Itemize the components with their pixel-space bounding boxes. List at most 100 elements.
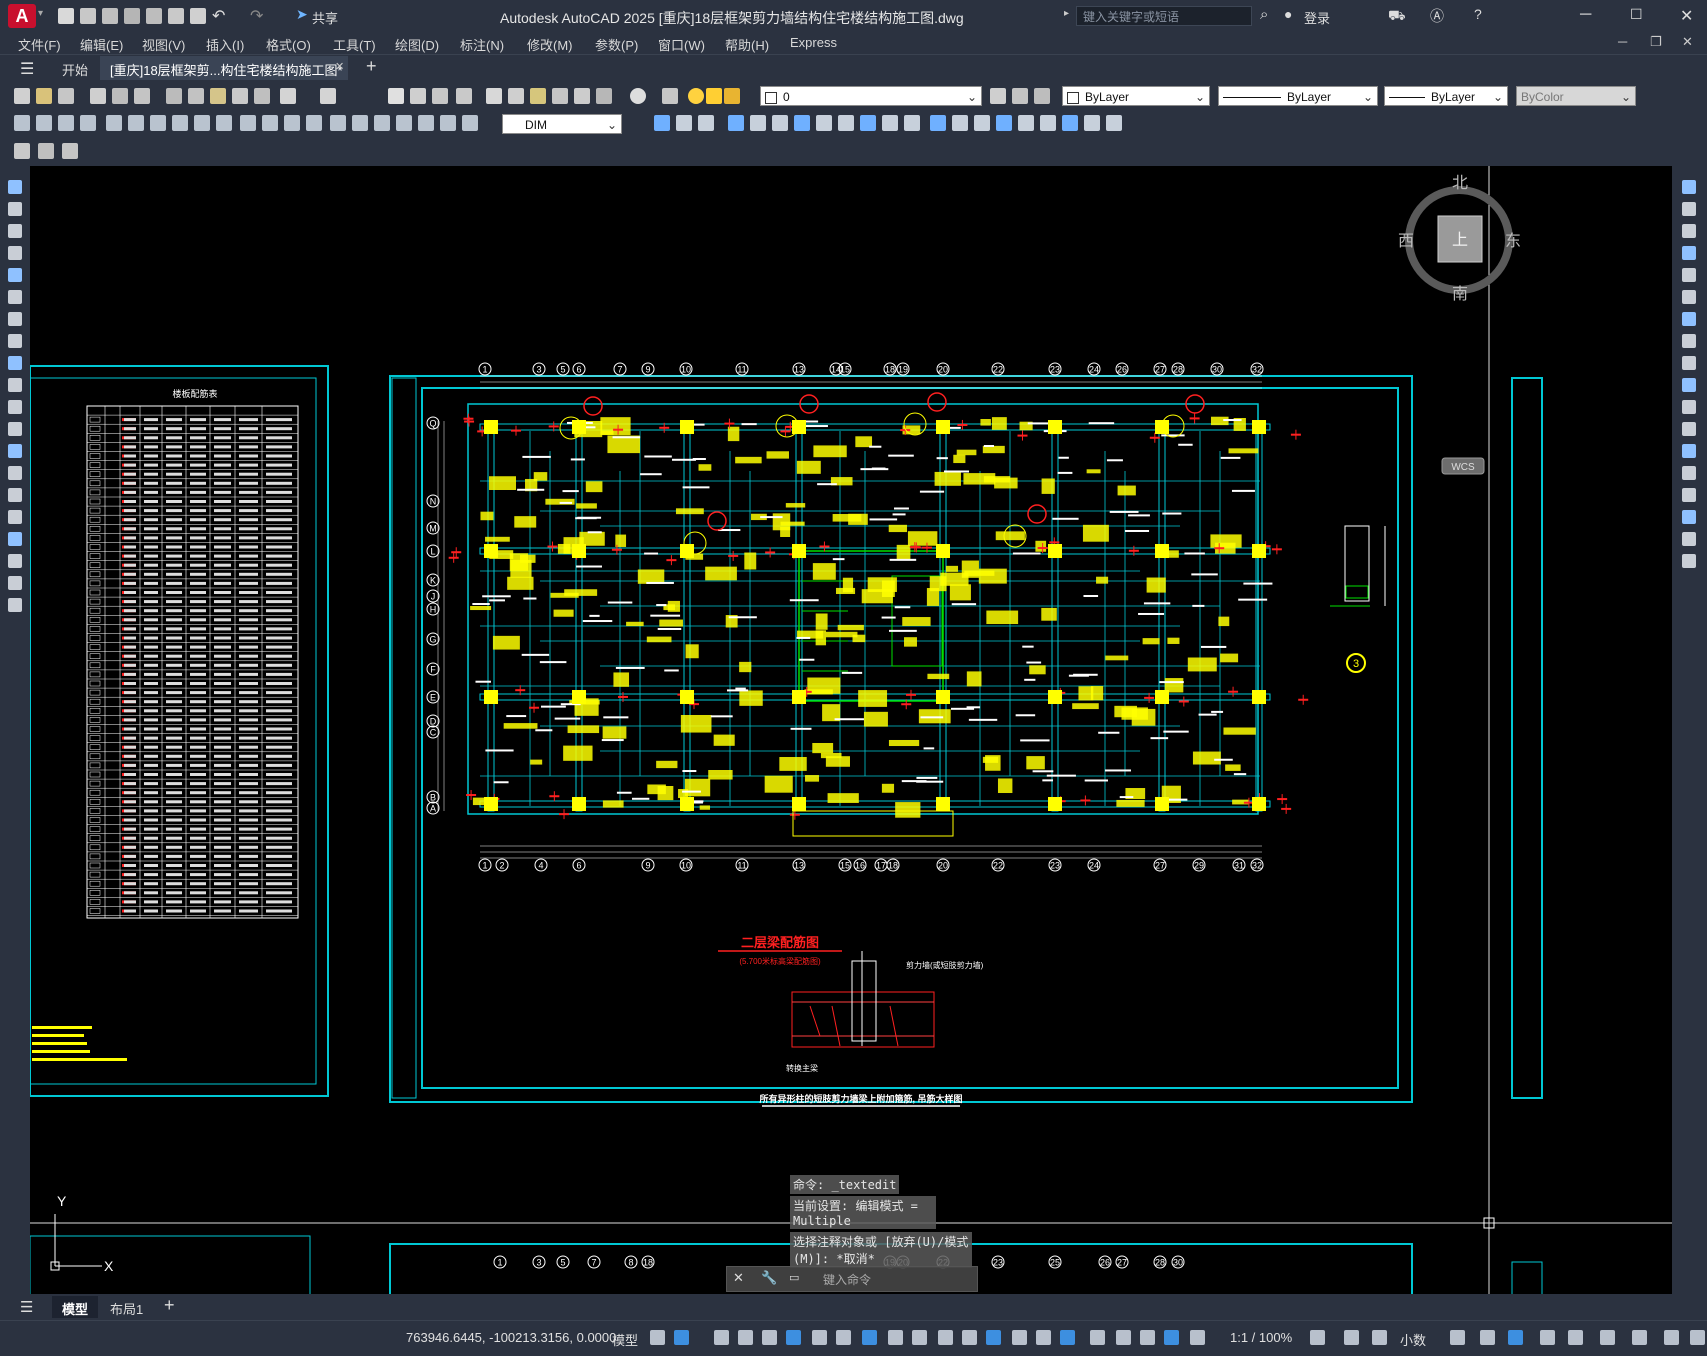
lineweight-dropdown[interactable]: ByLayer ⌄ [1384, 86, 1508, 106]
share-icon[interactable]: ➤ [296, 6, 308, 23]
layer-on-bulb-icon[interactable] [688, 88, 704, 104]
attribute-edit-icon[interactable] [38, 143, 54, 159]
search-input[interactable]: 键入关键字或短语 [1076, 6, 1252, 26]
layout-tab-layout1[interactable]: 布局1 [110, 1299, 143, 1318]
doc-restore-icon[interactable]: ❐ [1650, 34, 1662, 50]
linetype-dropdown[interactable]: ByLayer ⌄ [1218, 86, 1378, 106]
menu-draw[interactable]: 绘图(D) [395, 35, 439, 54]
draw-tool-19-icon[interactable] [8, 576, 22, 590]
dimension-tool-1-icon[interactable] [14, 115, 30, 131]
dimension-tool-15-icon[interactable] [330, 115, 346, 131]
status-toggle-16-icon[interactable] [1036, 1330, 1051, 1345]
add-layout-plus-icon[interactable]: + [164, 1295, 175, 1316]
layer-state-icon[interactable] [1034, 88, 1050, 104]
status-toggle-8-icon[interactable] [836, 1330, 851, 1345]
layer-lock-icon[interactable] [724, 88, 740, 104]
dimstyle-dropdown[interactable]: DIM ⌄ [502, 114, 622, 134]
print-preview-icon[interactable] [112, 88, 128, 104]
status-toggle-26-icon[interactable] [1450, 1330, 1465, 1345]
dimension-tool-7-icon[interactable] [150, 115, 166, 131]
copy-icon[interactable] [188, 88, 204, 104]
menu-file[interactable]: 文件(F) [18, 35, 61, 54]
status-toggle-33-icon[interactable] [1664, 1330, 1679, 1345]
doc-minimize-icon[interactable]: ─ [1618, 34, 1627, 49]
modify-tool-15-icon[interactable] [974, 115, 990, 131]
tab-close-icon[interactable]: ✕ [335, 60, 344, 73]
dimension-tool-14-icon[interactable] [306, 115, 322, 131]
modify-tool-20-icon[interactable] [1084, 115, 1100, 131]
modify-tool-6-icon[interactable] [772, 115, 788, 131]
autodesk-account-icon[interactable]: Ⓐ [1430, 6, 1444, 26]
tab-start[interactable]: 开始 [62, 60, 88, 79]
properties-icon[interactable] [486, 88, 502, 104]
dimension-tool-11-icon[interactable] [240, 115, 256, 131]
status-toggle-21-icon[interactable] [1164, 1330, 1179, 1345]
status-toggle-12-icon[interactable] [938, 1330, 953, 1345]
plotstyle-dropdown[interactable]: ByColor ⌄ [1516, 86, 1636, 106]
modify-tool-8-icon[interactable] [816, 115, 832, 131]
publish-icon[interactable] [134, 88, 150, 104]
status-toggle-25-icon[interactable] [1372, 1330, 1387, 1345]
open-web-icon[interactable] [146, 8, 162, 24]
draw-tool-16-icon[interactable] [8, 510, 22, 524]
print-icon[interactable] [90, 88, 106, 104]
status-toggle-28-icon[interactable] [1508, 1330, 1523, 1345]
design-center-icon[interactable] [508, 88, 524, 104]
modify-tool-vertical-9-icon[interactable] [1682, 356, 1696, 370]
dimension-tool-4-icon[interactable] [80, 115, 96, 131]
modify-tool-7-icon[interactable] [794, 115, 810, 131]
modify-tool-vertical-5-icon[interactable] [1682, 268, 1696, 282]
draw-tool-15-icon[interactable] [8, 488, 22, 502]
dimension-tool-13-icon[interactable] [284, 115, 300, 131]
status-toggle-11-icon[interactable] [912, 1330, 927, 1345]
user-icon[interactable]: ● [1284, 6, 1292, 22]
status-toggle-30-icon[interactable] [1568, 1330, 1583, 1345]
modify-tool-16-icon[interactable] [996, 115, 1012, 131]
status-toggle-23-icon[interactable] [1310, 1330, 1325, 1345]
status-toggle-24-icon[interactable] [1344, 1330, 1359, 1345]
draw-tool-6-icon[interactable] [8, 290, 22, 304]
maximize-icon[interactable]: ☐ [1630, 6, 1643, 23]
status-toggle-18-icon[interactable] [1090, 1330, 1105, 1345]
command-input[interactable]: 键入命令 [823, 1271, 871, 1288]
dimension-tool-3-icon[interactable] [58, 115, 74, 131]
dimension-tool-5-icon[interactable] [106, 115, 122, 131]
tool-palettes-icon[interactable] [530, 88, 546, 104]
draw-tool-13-icon[interactable] [8, 444, 22, 458]
draw-tool-7-icon[interactable] [8, 312, 22, 326]
modify-tool-10-icon[interactable] [860, 115, 876, 131]
save-icon[interactable] [102, 8, 118, 24]
status-toggle-17-icon[interactable] [1060, 1330, 1075, 1345]
help-icon[interactable]: ? [1474, 6, 1482, 22]
modify-tool-vertical-16-icon[interactable] [1682, 510, 1696, 524]
redo-toolbar-icon[interactable] [320, 88, 336, 104]
dimension-tool-2-icon[interactable] [36, 115, 52, 131]
menu-format[interactable]: 格式(O) [266, 35, 311, 54]
app-menu-chevron-icon[interactable]: ▾ [38, 8, 43, 19]
cut-icon[interactable] [166, 88, 182, 104]
close-window-icon[interactable]: ✕ [1680, 6, 1693, 26]
chevron-right-icon[interactable]: ▸ [1064, 8, 1069, 19]
new-tab-plus-icon[interactable]: + [366, 56, 377, 77]
menu-insert[interactable]: 插入(I) [206, 35, 244, 54]
modify-tool-18-icon[interactable] [1040, 115, 1056, 131]
draw-tool-3-icon[interactable] [8, 224, 22, 238]
modify-tool-21-icon[interactable] [1106, 115, 1122, 131]
dimension-tool-21-icon[interactable] [462, 115, 478, 131]
units-dropdown[interactable]: 小数 [1400, 1330, 1426, 1349]
modify-tool-13-icon[interactable] [930, 115, 946, 131]
model-space-toggle[interactable]: 模型 [612, 1330, 638, 1349]
status-toggle-31-icon[interactable] [1600, 1330, 1615, 1345]
color-dropdown[interactable]: ByLayer ⌄ [1062, 86, 1210, 106]
login-label[interactable]: 登录 [1304, 8, 1330, 27]
modify-tool-vertical-4-icon[interactable] [1682, 246, 1696, 260]
modify-tool-vertical-10-icon[interactable] [1682, 378, 1696, 392]
menu-dimension[interactable]: 标注(N) [460, 35, 504, 54]
draw-tool-11-icon[interactable] [8, 400, 22, 414]
modify-tool-vertical-3-icon[interactable] [1682, 224, 1696, 238]
draw-tool-18-icon[interactable] [8, 554, 22, 568]
match-properties-icon[interactable] [232, 88, 248, 104]
paste-icon[interactable] [210, 88, 226, 104]
save-as-icon[interactable] [124, 8, 140, 24]
sheet-set-icon[interactable] [552, 88, 568, 104]
